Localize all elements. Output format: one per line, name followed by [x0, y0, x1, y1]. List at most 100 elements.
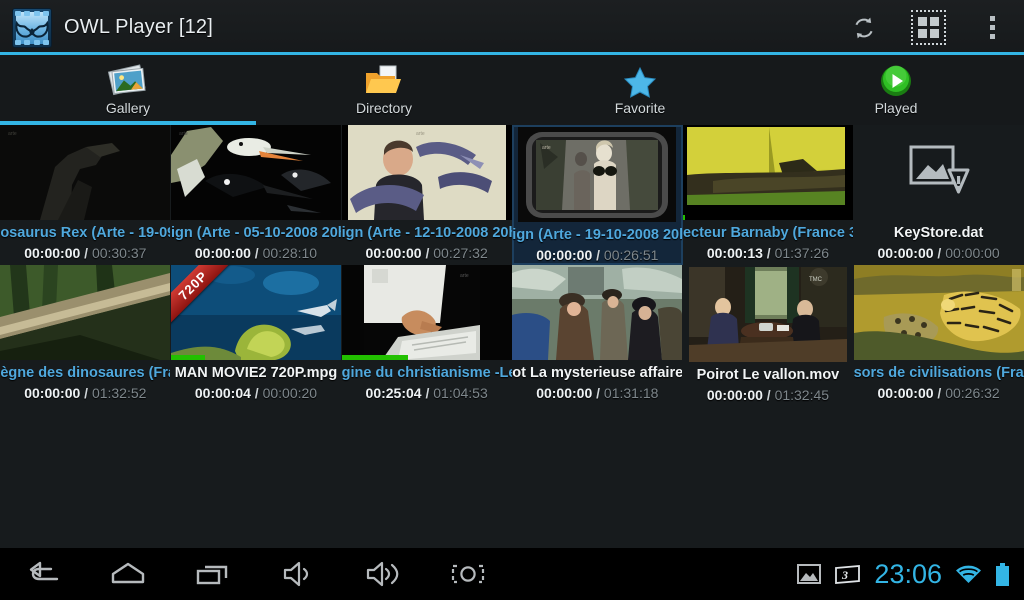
thumbnail: TMC — [688, 267, 847, 362]
thumbnail: arte — [341, 125, 512, 220]
tab-label-played: Played — [874, 100, 918, 116]
screenshot-button[interactable] — [425, 548, 510, 600]
recents-icon — [196, 565, 227, 585]
media-item[interactable]: ecteur Barnaby (France 3 00:00:13 / 01:3… — [682, 125, 854, 265]
volume-up-button[interactable] — [340, 548, 425, 600]
overflow-menu-button[interactable] — [960, 0, 1024, 55]
media-title: osaurus Rex (Arte - 19-09 — [0, 225, 171, 241]
media-item[interactable]: 720P MAN MOVIE2 720P.mpg 00:00:04 / 00:0… — [170, 265, 342, 405]
media-times: 00:00:00 / 00:28:10 — [194, 245, 318, 261]
grid-row: arte osaurus Rex (Arte - 19-09 00:00:00 … — [0, 125, 1024, 265]
tab-label-gallery: Gallery — [105, 100, 151, 116]
media-item[interactable]: ègne des dinosaures (Fran 00:00:00 / 01:… — [0, 265, 171, 405]
svg-text:arte: arte — [460, 273, 469, 279]
thumbnail-image: arte — [0, 125, 171, 220]
svg-text:arte: arte — [416, 131, 425, 137]
media-times: 00:25:04 / 01:04:53 — [365, 385, 488, 401]
grid-row: ègne des dinosaures (Fran 00:00:00 / 01:… — [0, 265, 1024, 405]
sd-badge-text: 3 — [841, 568, 848, 582]
media-title: MAN MOVIE2 720P.mpg — [174, 365, 338, 381]
media-times: 00:00:00 / 01:31:18 — [536, 385, 659, 401]
thumbnail: arte — [341, 265, 512, 360]
overflow-menu-icon — [989, 16, 995, 39]
thumbnail — [0, 265, 171, 360]
media-title: ecteur Barnaby (France 3 — [682, 225, 853, 241]
media-times: 00:00:00 / 00:27:32 — [365, 245, 488, 261]
thumbnail-image — [682, 125, 853, 220]
volume-down-icon — [283, 561, 308, 587]
svg-text:TMC: TMC — [809, 277, 823, 283]
progress-bar — [341, 355, 408, 360]
media-title: sors de civilisations (Franc — [853, 365, 1024, 381]
back-button[interactable] — [0, 548, 85, 600]
thumbnail-image — [512, 265, 683, 360]
status-icons: 3 23:06 — [797, 558, 1024, 589]
media-item[interactable]: ot La mysterieuse affaire d 00:00:00 / 0… — [512, 265, 683, 405]
tab-bar: Gallery Directory Favorite Played — [0, 55, 1024, 125]
thumbnail — [512, 265, 683, 360]
media-times: 00:00:13 / 01:37:26 — [706, 245, 830, 261]
media-title: ègne des dinosaures (Fran — [0, 365, 171, 381]
image-notification-icon[interactable] — [797, 564, 822, 584]
media-title: ign (Arte - 19-10-2008 20h — [512, 227, 683, 243]
media-item[interactable]: arte gine du christianisme -Le C 00:25:0… — [341, 265, 512, 405]
progress-bar — [170, 355, 205, 360]
play-icon — [879, 64, 913, 98]
media-item[interactable]: KeyStore.dat 00:00:00 / 00:00:00 — [853, 125, 1024, 265]
thumbnail-image: TMC — [688, 267, 847, 362]
thumbnail-image: arte — [341, 125, 512, 220]
system-navigation-bar: 3 23:06 — [0, 548, 1024, 600]
tab-gallery[interactable]: Gallery — [0, 55, 256, 125]
thumbnail — [853, 125, 1024, 220]
tab-label-favorite: Favorite — [614, 100, 666, 116]
thumbnail: arte — [170, 125, 341, 220]
app-title: OWL Player [12] — [64, 16, 213, 38]
media-times: 00:00:04 / 00:00:20 — [194, 385, 318, 401]
refresh-button[interactable] — [832, 0, 896, 55]
volume-up-icon — [366, 561, 398, 587]
gallery-icon — [105, 64, 151, 98]
battery-full-icon[interactable] — [995, 562, 1010, 586]
media-title: ign (Arte - 12-10-2008 20h — [341, 225, 512, 241]
tab-favorite[interactable]: Favorite — [512, 55, 768, 125]
tab-label-directory: Directory — [355, 100, 412, 116]
nav-buttons — [0, 548, 510, 600]
tab-directory[interactable]: Directory — [256, 55, 512, 125]
media-title: Poirot Le vallon.mov — [696, 367, 840, 383]
sd-card-icon[interactable]: 3 — [834, 564, 861, 584]
refresh-icon — [855, 17, 873, 38]
media-item[interactable]: TMC Poirot Le vallon.mov 00:00:00 / 01:3… — [683, 265, 854, 405]
media-times: 00:00:00 / 01:32:52 — [24, 385, 147, 401]
thumbnail: arte — [518, 127, 677, 222]
home-button[interactable] — [85, 548, 170, 600]
grid-view-button[interactable] — [896, 0, 960, 55]
media-title: ign (Arte - 05-10-2008 20h — [170, 225, 341, 241]
media-item[interactable]: arte ign (Arte - 05-10-2008 20h 00:00:00… — [170, 125, 342, 265]
folder-icon — [362, 64, 406, 98]
owl-glyph-icon — [15, 20, 49, 38]
tab-played[interactable]: Played — [768, 55, 1024, 125]
owl-player-window: OWL Player [12] Gallery Directory Favori… — [0, 0, 1024, 600]
media-times: 00:00:00 / 00:30:37 — [24, 245, 147, 261]
thumbnail-image: arte — [341, 265, 512, 360]
media-title: KeyStore.dat — [893, 225, 984, 241]
volume-down-button[interactable] — [255, 548, 340, 600]
thumbnail-image — [0, 265, 171, 360]
media-item[interactable]: sors de civilisations (Franc 00:00:00 / … — [853, 265, 1024, 405]
media-times: 00:00:00 / 01:32:45 — [706, 387, 830, 403]
wifi-icon[interactable] — [955, 564, 982, 585]
media-item[interactable]: arte ign (Arte - 12-10-2008 20h 00:00:00… — [341, 125, 512, 265]
thumbnail — [682, 125, 853, 220]
status-clock: 23:06 — [874, 558, 942, 589]
thumbnail-image: arte — [170, 125, 341, 220]
media-item[interactable]: arte ign (Arte - 19-10-2008 20h 00:00:00… — [511, 125, 683, 265]
star-icon — [623, 64, 657, 98]
media-item[interactable]: arte osaurus Rex (Arte - 19-09 00:00:00 … — [0, 125, 171, 265]
media-times: 00:00:00 / 00:26:32 — [877, 385, 1000, 401]
media-times: 00:00:00 / 00:00:00 — [877, 245, 1000, 261]
media-grid: arte osaurus Rex (Arte - 19-09 00:00:00 … — [0, 125, 1024, 545]
recents-button[interactable] — [170, 548, 255, 600]
progress-bar — [682, 215, 685, 220]
title-bar-actions — [832, 0, 1024, 55]
thumbnail-image — [853, 265, 1024, 360]
